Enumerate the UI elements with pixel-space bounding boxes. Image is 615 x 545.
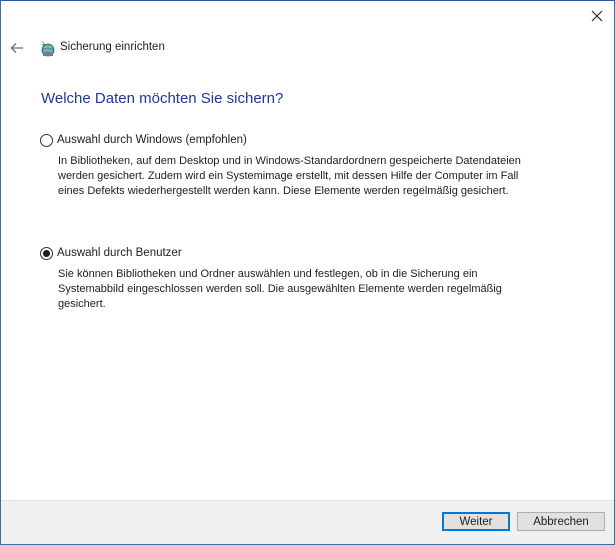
option-user-label[interactable]: Auswahl durch Benutzer bbox=[57, 247, 182, 259]
option-user-radio-row[interactable]: Auswahl durch Benutzer bbox=[40, 245, 578, 261]
next-button[interactable]: Weiter bbox=[442, 512, 510, 531]
option-user-description-line: Systemabbild eingeschlossen werden soll.… bbox=[58, 283, 502, 295]
dialog-footer: Weiter Abbrechen bbox=[1, 500, 614, 544]
cancel-button[interactable]: Abbrechen bbox=[517, 512, 605, 531]
radio-user-choice[interactable] bbox=[40, 246, 53, 260]
backup-setup-window: Sicherung einrichten Welche Daten möchte… bbox=[0, 0, 615, 545]
option-windows-radio-row[interactable]: Auswahl durch Windows (empfohlen) bbox=[40, 132, 578, 148]
option-windows-description-line: werden gesichert. Zudem wird ein Systemi… bbox=[58, 170, 519, 182]
backup-icon bbox=[37, 38, 57, 58]
close-icon bbox=[591, 10, 603, 22]
option-user-choice: Auswahl durch Benutzer Sie können Biblio… bbox=[40, 245, 578, 312]
option-user-description-line: Sie können Bibliotheken und Ordner auswä… bbox=[58, 268, 478, 280]
option-windows-description-line: eines Defekts wiederhergestellt werden k… bbox=[58, 185, 509, 197]
page-heading: Welche Daten möchten Sie sichern? bbox=[41, 90, 284, 107]
option-windows-choice: Auswahl durch Windows (empfohlen) In Bib… bbox=[40, 132, 578, 199]
radio-windows-choice[interactable] bbox=[40, 133, 53, 147]
option-windows-description-line: In Bibliotheken, auf dem Desktop und in … bbox=[58, 155, 521, 167]
option-user-description-line: gesichert. bbox=[58, 298, 106, 310]
option-windows-description: In Bibliotheken, auf dem Desktop und in … bbox=[58, 154, 578, 199]
back-arrow-icon bbox=[10, 43, 23, 53]
close-button[interactable] bbox=[580, 1, 614, 31]
navigation-bar: Sicherung einrichten bbox=[1, 35, 614, 61]
back-button[interactable] bbox=[8, 39, 26, 57]
window-title: Sicherung einrichten bbox=[60, 41, 165, 53]
option-user-description: Sie können Bibliotheken und Ordner auswä… bbox=[58, 267, 578, 312]
radio-selected-dot bbox=[43, 249, 50, 257]
option-windows-label[interactable]: Auswahl durch Windows (empfohlen) bbox=[57, 134, 247, 146]
